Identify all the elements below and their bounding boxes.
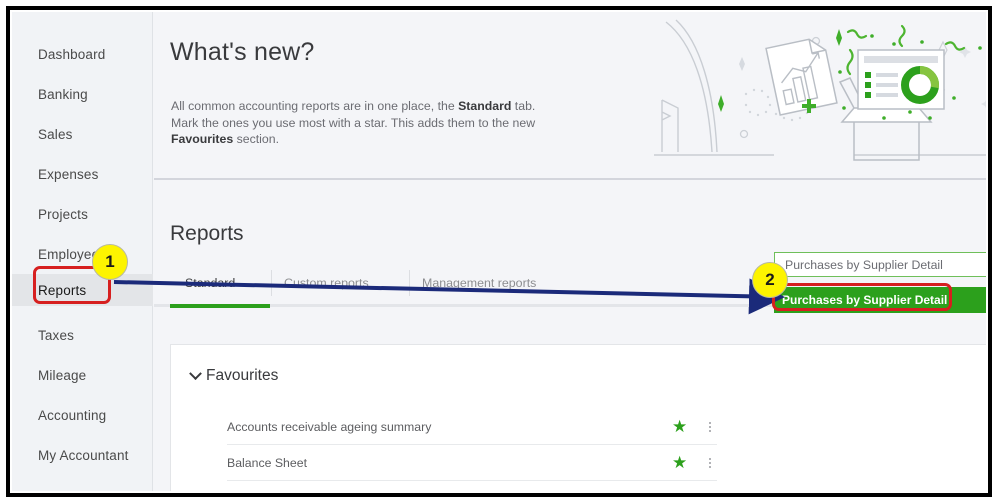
table-row[interactable]: Balance Sheet ★ [227,445,717,481]
tab-divider-2 [409,270,410,296]
sidebar-item-label: Taxes [38,327,75,343]
screenshot-frame: Dashboard Banking Sales Expenses Project… [6,6,992,497]
favourite-report-name: Balance Sheet [227,455,307,470]
quickbooks-app: Dashboard Banking Sales Expenses Project… [12,12,986,491]
annotation-step-badge-2: 2 [752,262,788,298]
sidebar-item-my-accountant[interactable]: My Accountant [12,439,153,471]
tab-standard[interactable]: Standard [185,276,235,300]
sidebar-item-label: Banking [38,86,88,102]
favourites-header-label: Favourites [206,367,279,384]
star-icon[interactable]: ★ [672,491,689,492]
whats-new-title: What's new? [170,38,315,66]
favourite-report-name: Accounts receivable ageing summary [227,419,432,434]
sidebar-item-label: Dashboard [38,46,106,62]
report-search-area: Purchases by Supplier Detail [774,252,986,313]
tab-divider-1 [271,270,272,296]
sidebar-item-sales[interactable]: Sales [12,118,153,150]
report-search-input[interactable] [774,252,986,277]
more-options-icon[interactable] [703,491,717,492]
sidebar-item-mileage[interactable]: Mileage [12,359,153,391]
tab-custom-reports[interactable]: Custom reports [284,276,369,300]
sidebar-item-banking[interactable]: Banking [12,78,153,110]
more-options-icon[interactable] [703,418,717,435]
annotation-highlight-search-suggestion [772,283,952,311]
sidebar-item-label: Projects [38,206,88,222]
reports-illustration [654,19,986,161]
whats-new-text-3: section. [233,132,279,146]
sidebar-item-label: Sales [38,126,73,142]
page-title: Reports [170,222,244,246]
whats-new-banner: What's new? All common accounting report… [154,12,986,178]
whats-new-bold-standard: Standard [458,99,512,113]
chevron-down-icon [189,366,202,380]
sidebar-item-label: My Accountant [38,447,129,463]
whats-new-body: All common accounting reports are in one… [171,98,551,148]
main-content-pane: What's new? All common accounting report… [154,12,986,491]
sidebar-item-taxes[interactable]: Taxes [12,319,153,351]
star-icon[interactable]: ★ [672,454,689,471]
section-divider [154,178,986,180]
screenshot-frame-inner: Dashboard Banking Sales Expenses Project… [10,10,988,493]
sidebar-item-accounting[interactable]: Accounting [12,399,153,431]
sidebar-item-dashboard[interactable]: Dashboard [12,38,153,70]
annotation-step-badge-1: 1 [92,244,128,280]
left-navigation-sidebar: Dashboard Banking Sales Expenses Project… [12,12,153,491]
sidebar-item-label: Mileage [38,367,87,383]
favourites-section-header[interactable]: Favourites [189,366,279,385]
table-row[interactable]: Accounts receivable ageing summary ★ [227,409,717,445]
favourites-card: Favourites Accounts receivable ageing su… [170,344,986,491]
sidebar-item-label: Accounting [38,407,107,423]
star-icon[interactable]: ★ [672,418,689,435]
more-options-icon[interactable] [703,454,717,471]
whats-new-text-1: All common accounting reports are in one… [171,99,459,113]
whats-new-bold-favourites: Favourites [171,132,234,146]
tab-active-underline [170,304,270,308]
sidebar-item-expenses[interactable]: Expenses [12,158,153,190]
table-row[interactable]: Profit and Loss ★ [227,481,717,492]
sidebar-item-projects[interactable]: Projects [12,198,153,230]
tab-management-reports[interactable]: Management reports [422,276,536,300]
sidebar-item-label: Expenses [38,166,99,182]
